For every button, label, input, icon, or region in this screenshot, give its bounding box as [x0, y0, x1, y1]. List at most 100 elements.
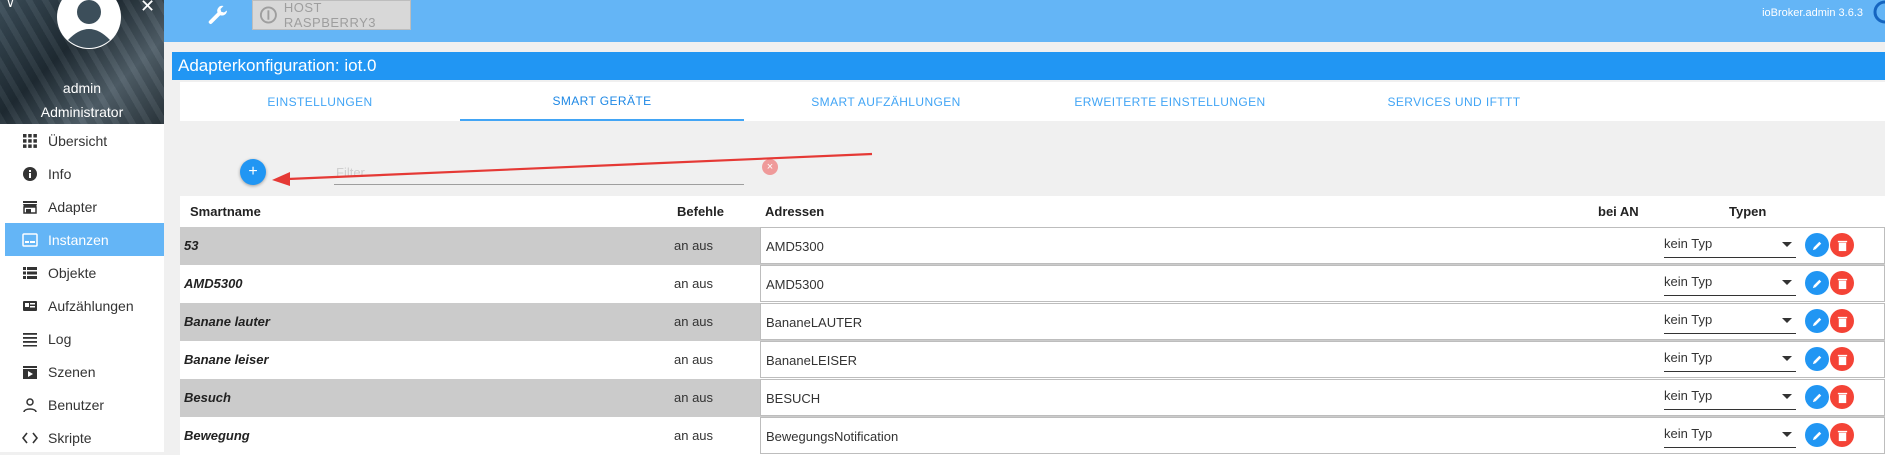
annotation-arrow: [272, 152, 873, 186]
table-row: AMD5300 an aus AMD5300 kein Typ: [180, 265, 1885, 303]
user-role: Administrator: [40, 104, 124, 120]
dropdown-caret-icon: [1782, 280, 1792, 285]
cell-smartname[interactable]: Besuch: [184, 390, 231, 405]
pencil-icon: [1812, 393, 1821, 402]
type-select[interactable]: kein Typ: [1664, 423, 1796, 448]
type-select[interactable]: kein Typ: [1664, 347, 1796, 372]
cell-smartname[interactable]: Banane leiser: [184, 352, 269, 367]
trash-icon: [1837, 392, 1847, 403]
sidebar-item-uebersicht[interactable]: Übersicht: [0, 124, 164, 157]
dropdown-caret-icon: [1782, 356, 1792, 361]
type-select[interactable]: kein Typ: [1664, 309, 1796, 334]
address-text: BewegungsNotification: [766, 429, 899, 444]
edit-button[interactable]: [1805, 233, 1829, 257]
tab-services-und-ifttt[interactable]: SERVICES UND IFTTT: [1312, 82, 1596, 121]
sidebar-item-objekte[interactable]: Objekte: [0, 256, 164, 289]
delete-button[interactable]: [1830, 347, 1854, 371]
address-text: AMD5300: [766, 277, 824, 292]
sidebar-item-adapter[interactable]: Adapter: [0, 190, 164, 223]
cell-commands: an aus: [674, 276, 714, 291]
cell-commands: an aus: [674, 428, 714, 443]
table-header: Smartname Befehle Adressen bei AN Typen: [180, 196, 1885, 227]
dropdown-caret-icon: [1782, 242, 1792, 247]
lines-icon: [23, 332, 37, 346]
host-button[interactable]: HOST RASPBERRY3: [252, 0, 411, 30]
host-label: HOST RASPBERRY3: [283, 0, 376, 30]
cell-smartname[interactable]: 53: [184, 238, 198, 253]
sidebar-item-instanzen[interactable]: Instanzen: [5, 223, 164, 256]
sidebar-item-szenen[interactable]: Szenen: [0, 355, 164, 388]
tab-smart-aufzaehlungen[interactable]: SMART AUFZÄHLUNGEN: [744, 82, 1028, 121]
grid-icon: [23, 133, 37, 148]
sidebar-item-log[interactable]: Log: [0, 322, 164, 355]
pencil-icon: [1812, 279, 1821, 288]
type-value: kein Typ: [1664, 426, 1713, 441]
delete-button[interactable]: [1830, 271, 1854, 295]
tab-erweiterte-einstellungen[interactable]: ERWEITERTE EINSTELLUNGEN: [1028, 82, 1312, 121]
sidebar-item-label: Objekte: [48, 264, 97, 281]
info-icon: [23, 166, 37, 181]
edit-button[interactable]: [1805, 271, 1829, 295]
sidebar-item-label: Info: [48, 165, 72, 182]
pencil-icon: [1812, 355, 1821, 364]
dropdown-caret-icon: [1782, 394, 1792, 399]
avatar: [57, 0, 121, 49]
tab-bar: EINSTELLUNGEN SMART GERÄTE SMART AUFZÄHL…: [180, 82, 1885, 121]
user-name: admin: [62, 80, 102, 96]
tab-smart-geraete[interactable]: SMART GERÄTE: [460, 82, 744, 121]
sidebar-nav: Übersicht Info Adapter Instanzen Objekte…: [0, 124, 164, 454]
cell-smartname[interactable]: Banane lauter: [184, 314, 270, 329]
type-select[interactable]: kein Typ: [1664, 233, 1796, 258]
code-icon: [22, 432, 38, 443]
list-icon: [23, 266, 37, 279]
cell-commands: an aus: [674, 238, 714, 253]
edit-button[interactable]: [1805, 385, 1829, 409]
cell-commands: an aus: [674, 352, 714, 367]
header-addresses: Adressen: [765, 204, 825, 219]
chevron-down-icon[interactable]: ∨: [6, 0, 15, 10]
cell-smartname[interactable]: Bewegung: [184, 428, 250, 443]
sidebar-item-label: Adapter: [48, 198, 98, 215]
sidebar-item-label: Instanzen: [48, 231, 109, 248]
type-select[interactable]: kein Typ: [1664, 385, 1796, 410]
type-value: kein Typ: [1664, 236, 1713, 251]
store-icon: [23, 200, 37, 214]
address-text: BESUCH: [766, 391, 821, 406]
edit-button[interactable]: [1805, 347, 1829, 371]
delete-button[interactable]: [1830, 385, 1854, 409]
table-row: Bewegung an aus BewegungsNotification ke…: [180, 417, 1885, 455]
iobroker-logo-icon[interactable]: [1871, 0, 1885, 28]
table-row: Besuch an aus BESUCH kein Typ: [180, 379, 1885, 417]
trash-icon: [1837, 430, 1847, 441]
delete-button[interactable]: [1830, 423, 1854, 447]
sidebar-item-skripte[interactable]: Skripte: [0, 421, 164, 454]
type-select[interactable]: kein Typ: [1664, 271, 1796, 296]
close-icon[interactable]: ✕: [140, 0, 155, 17]
smart-devices-table: Smartname Befehle Adressen bei AN Typen …: [180, 196, 1885, 455]
tab-einstellungen[interactable]: EINSTELLUNGEN: [180, 82, 460, 121]
cell-smartname[interactable]: AMD5300: [184, 276, 243, 291]
pencil-icon: [1812, 431, 1821, 440]
header-commands: Befehle: [677, 204, 724, 219]
cell-commands: an aus: [674, 390, 714, 405]
edit-button[interactable]: [1805, 423, 1829, 447]
header-smartname: Smartname: [190, 204, 261, 219]
sidebar-item-benutzer[interactable]: Benutzer: [0, 388, 164, 421]
type-value: kein Typ: [1664, 312, 1713, 327]
sidebar-item-label: Szenen: [48, 363, 96, 380]
edit-button[interactable]: [1805, 309, 1829, 333]
wrench-icon[interactable]: [206, 4, 230, 28]
sidebar-item-label: Skripte: [48, 429, 92, 446]
trash-icon: [1837, 354, 1847, 365]
add-device-button[interactable]: +: [240, 159, 266, 185]
delete-button[interactable]: [1830, 233, 1854, 257]
trash-icon: [1837, 316, 1847, 327]
header-types: Typen: [1729, 204, 1767, 219]
sidebar-item-info[interactable]: Info: [0, 157, 164, 190]
trash-icon: [1837, 278, 1847, 289]
user-header: ∨ ✕ admin Administrator: [0, 0, 164, 124]
sidebar-item-aufzaehlungen[interactable]: Aufzählungen: [0, 289, 164, 322]
scenes-icon: [23, 365, 37, 379]
delete-button[interactable]: [1830, 309, 1854, 333]
dropdown-caret-icon: [1782, 432, 1792, 437]
